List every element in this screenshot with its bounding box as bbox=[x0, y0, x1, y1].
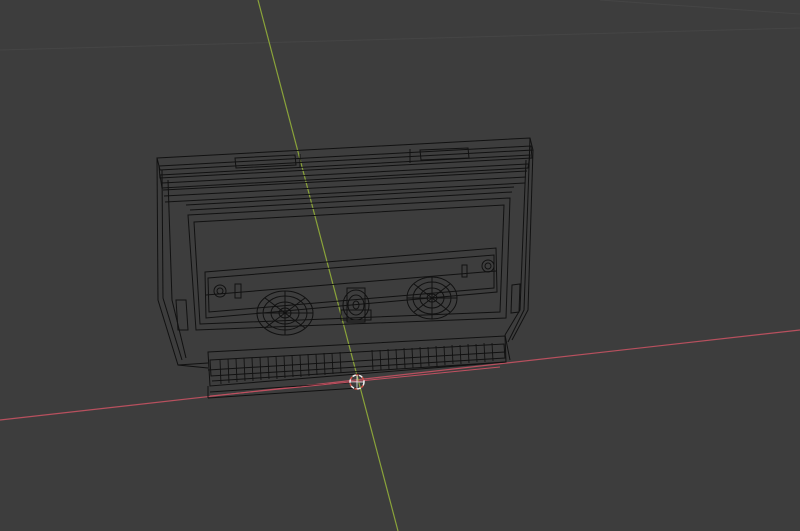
tape-window bbox=[204, 247, 498, 319]
x-axis-line bbox=[0, 329, 800, 421]
cassette-tape-mesh[interactable] bbox=[156, 137, 534, 399]
left-reel bbox=[256, 290, 314, 336]
window-frame bbox=[185, 186, 515, 331]
background-grid bbox=[0, 0, 800, 51]
viewport-scene[interactable] bbox=[0, 0, 800, 531]
grid-line bbox=[599, 0, 800, 15]
top-shell bbox=[156, 137, 534, 203]
grid-line bbox=[0, 27, 800, 51]
3d-viewport[interactable] bbox=[0, 0, 800, 531]
right-reel bbox=[406, 276, 458, 320]
3d-cursor-icon[interactable] bbox=[349, 374, 365, 390]
